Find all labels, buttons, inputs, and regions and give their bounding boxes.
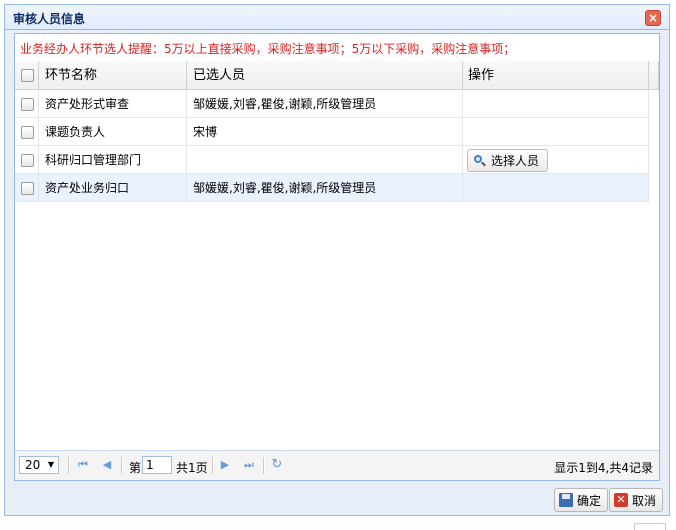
action-cell	[463, 90, 649, 117]
stage-name-cell: 科研归口管理部门	[39, 146, 187, 173]
action-cell: 选择人员	[463, 146, 649, 173]
stage-name-cell: 资产处业务归口	[39, 174, 187, 201]
pagination-bar: 20 ▼ ⏮ ◀ 第 1 共1页 ▶ ⏭ ↻ 显示1到4,共4记录	[15, 450, 659, 480]
pager-divider	[121, 457, 123, 474]
dialog-content: 业务经办人环节选人提醒：5万以上直接采购，采购注意事项；5万以下采购，采购注意事…	[14, 33, 660, 481]
selected-people-cell: 宋博	[187, 118, 463, 145]
select-people-label: 选择人员	[491, 153, 540, 168]
cancel-button[interactable]: ✕ 取消	[609, 488, 664, 512]
close-icon[interactable]: ×	[645, 10, 661, 26]
selected-people-cell	[187, 146, 463, 173]
table-row[interactable]: 科研归口管理部门 选择人员	[15, 146, 649, 174]
chevron-down-icon: ▼	[47, 460, 54, 469]
last-page-icon[interactable]: ⏭	[241, 456, 257, 474]
pager-divider	[68, 457, 70, 474]
action-cell	[463, 174, 649, 201]
select-people-button[interactable]: 选择人员	[467, 149, 549, 172]
pager-divider	[263, 457, 265, 474]
action-cell	[463, 118, 649, 145]
selection-notice: 业务经办人环节选人提醒：5万以上直接采购，采购注意事项；5万以下采购，采购注意事…	[20, 42, 516, 56]
table-row[interactable]: 资产处形式审查 邹媛媛,刘睿,瞿俊,谢颖,所级管理员	[15, 90, 649, 118]
dialog-titlebar: 审核人员信息 ×	[5, 5, 669, 30]
header-selected-people[interactable]: 已选人员	[187, 61, 463, 89]
selected-people-cell: 邹媛媛,刘睿,瞿俊,谢颖,所级管理员	[187, 174, 463, 201]
refresh-icon[interactable]: ↻	[269, 456, 285, 474]
page-prefix-label: 第	[129, 461, 142, 475]
selected-people-cell: 邹媛媛,刘睿,瞿俊,谢颖,所级管理员	[187, 90, 463, 117]
pagination-info: 显示1到4,共4记录	[554, 461, 653, 475]
prev-page-icon[interactable]: ◀	[99, 456, 115, 474]
table-row[interactable]: 课题负责人 宋博	[15, 118, 649, 146]
confirm-button[interactable]: 确定	[554, 488, 609, 512]
save-icon	[559, 493, 573, 507]
grid-header: 环节名称 已选人员 操作	[15, 61, 659, 90]
audit-personnel-dialog: 审核人员信息 × 业务经办人环节选人提醒：5万以上直接采购，采购注意事项；5万以…	[4, 4, 670, 516]
stage-name-cell: 课题负责人	[39, 118, 187, 145]
page-number-input[interactable]: 1	[142, 456, 172, 474]
search-icon	[473, 154, 487, 168]
row-checkbox[interactable]	[21, 154, 34, 167]
cancel-icon: ✕	[614, 493, 628, 507]
select-all-checkbox[interactable]	[21, 69, 34, 82]
pager-divider	[212, 457, 214, 474]
dialog-title: 审核人员信息	[13, 12, 86, 26]
page-total-label: 共1页	[176, 461, 208, 475]
next-page-icon[interactable]: ▶	[217, 456, 233, 474]
header-action[interactable]: 操作	[463, 61, 649, 89]
window-corner-widget	[634, 523, 666, 530]
row-checkbox[interactable]	[21, 182, 34, 195]
stage-name-cell: 资产处形式审查	[39, 90, 187, 117]
page-size-select[interactable]: 20 ▼	[19, 456, 59, 474]
table-row[interactable]: 资产处业务归口 邹媛媛,刘睿,瞿俊,谢颖,所级管理员	[15, 174, 649, 202]
header-filler	[649, 61, 659, 89]
row-checkbox[interactable]	[21, 126, 34, 139]
header-stage-name[interactable]: 环节名称	[39, 61, 187, 89]
first-page-icon[interactable]: ⏮	[75, 456, 91, 474]
row-checkbox[interactable]	[21, 98, 34, 111]
